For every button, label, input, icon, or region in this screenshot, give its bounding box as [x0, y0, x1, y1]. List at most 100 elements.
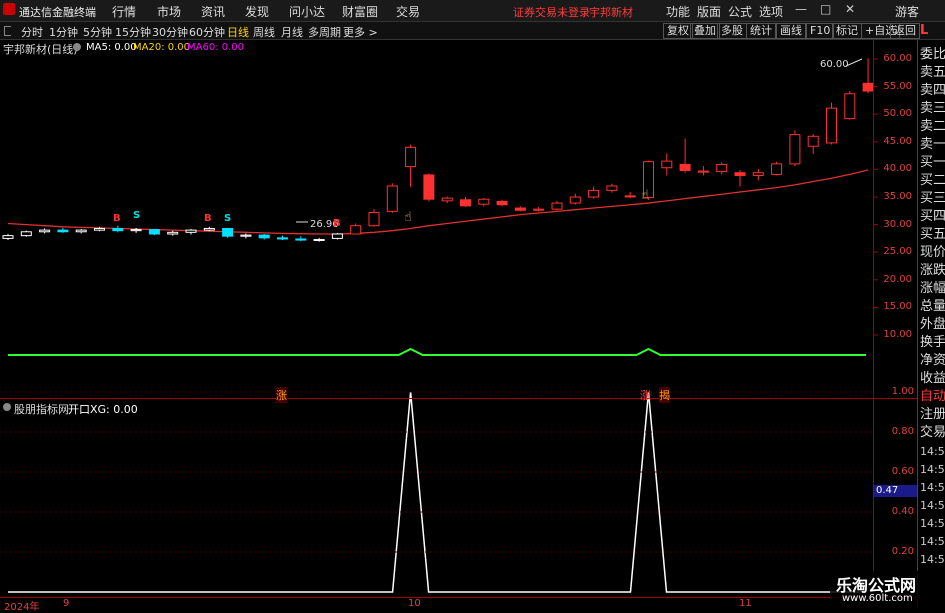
- period-1min[interactable]: 1分钟: [49, 24, 78, 40]
- period-daily[interactable]: 日线: [227, 24, 249, 40]
- sidebar-item: 换手: [920, 335, 945, 350]
- axis-divider: [873, 40, 874, 598]
- menu-wenxiaoda[interactable]: 问小达: [289, 3, 325, 20]
- candle-body: [405, 146, 417, 168]
- pane-divider[interactable]: [0, 398, 917, 399]
- sidebar-item-trade[interactable]: 交易: [920, 424, 945, 442]
- candle-body: [844, 93, 856, 120]
- signal-label: 揭: [659, 387, 670, 403]
- candle-body: [734, 172, 746, 176]
- xg-indicator-line: [8, 391, 866, 593]
- sidebar-item: 买二: [920, 173, 945, 188]
- price-y-tick: 20.00: [883, 273, 912, 285]
- price-y-tick: 40.00: [883, 163, 912, 175]
- sub-settings-icon[interactable]: [3, 403, 11, 411]
- sidebar-item: 买四: [920, 209, 945, 224]
- sidebar-item-register[interactable]: 注册: [920, 406, 945, 424]
- candle-body: [496, 200, 508, 206]
- duogu-button[interactable]: 多股: [717, 23, 747, 39]
- x-axis-month: 10: [408, 598, 421, 609]
- fuquan-button[interactable]: 复权: [663, 23, 693, 39]
- x-axis-year: 2024年: [4, 602, 40, 613]
- sidebar-time: 14:56: [920, 481, 945, 494]
- candle-body: [441, 197, 453, 202]
- period-30min[interactable]: 30分钟: [152, 24, 188, 40]
- buy-marker: B: [204, 213, 212, 224]
- menu-xuanxiang[interactable]: 选项: [759, 3, 783, 20]
- app-title: 通达信金融终端: [19, 6, 96, 19]
- menu-hangqing[interactable]: 行情: [112, 3, 136, 20]
- menu-faxian[interactable]: 发现: [245, 3, 269, 20]
- sidebar-time: 14:56: [920, 535, 945, 548]
- trade-login-status[interactable]: 证券交易未登录: [513, 4, 590, 20]
- diejia-button[interactable]: 叠加: [690, 23, 720, 39]
- period-5min[interactable]: 5分钟: [83, 24, 112, 40]
- candle-body: [826, 107, 837, 144]
- candle-body: [386, 185, 398, 212]
- sidebar-item: 涨跌: [920, 263, 945, 278]
- sidebar-item: 委比: [920, 47, 945, 62]
- candle-body: [569, 196, 581, 204]
- x-axis-month: 11: [739, 598, 752, 609]
- candle-body: [75, 229, 87, 233]
- tongji-button[interactable]: 统计: [746, 23, 776, 39]
- sub-y-tick: 0.80: [891, 426, 914, 437]
- candle-body: [185, 229, 197, 233]
- menu-shichang[interactable]: 市场: [157, 3, 181, 20]
- back-button[interactable]: 返回: [890, 23, 920, 39]
- sidebar-item-auto[interactable]: 自动: [920, 388, 945, 406]
- sidebar-item: 现价: [920, 245, 945, 260]
- collapse-icon[interactable]: [4, 26, 11, 36]
- menu-gongneng[interactable]: 功能: [666, 3, 690, 20]
- period-60min[interactable]: 60分钟: [189, 24, 225, 40]
- candle-body: [679, 163, 691, 172]
- price-chart[interactable]: [0, 40, 917, 600]
- sidebar-item: 卖一: [920, 137, 945, 152]
- sidebar-item: 卖五: [920, 65, 945, 80]
- guest-user[interactable]: 游客: [895, 3, 919, 20]
- candle-body: [313, 239, 325, 242]
- sidebar-item: 卖四: [920, 83, 945, 98]
- period-monthly[interactable]: 月线: [281, 24, 303, 40]
- sidebar-letter[interactable]: L: [920, 22, 928, 40]
- period-multi[interactable]: 多周期: [308, 24, 341, 40]
- biaoji-button[interactable]: 标记: [832, 23, 862, 39]
- sub-y-tick: 0.20: [891, 546, 914, 557]
- candle-body: [752, 172, 764, 176]
- period-weekly[interactable]: 周线: [253, 24, 275, 40]
- candle-body: [94, 227, 105, 231]
- period-fenshi[interactable]: 分时: [21, 24, 43, 40]
- sidebar-time: 14:56: [920, 463, 945, 476]
- hand-cursor-icon: ☝: [641, 188, 649, 203]
- maximize-button[interactable]: □: [820, 2, 831, 16]
- sidebar-item: 外盘: [920, 317, 945, 332]
- menu-gongshi[interactable]: 公式: [728, 3, 752, 20]
- period-more[interactable]: 更多 >: [343, 24, 378, 40]
- sidebar-time: 14:56: [920, 445, 945, 458]
- close-button[interactable]: ✕: [845, 2, 855, 16]
- candle-body: [514, 207, 526, 211]
- buy-marker: B: [113, 213, 121, 224]
- price-y-tick: 30.00: [883, 218, 912, 230]
- menu-caifuquan[interactable]: 财富圈: [342, 3, 378, 20]
- menu-jiaoyi[interactable]: 交易: [396, 3, 420, 20]
- huaxian-button[interactable]: 画线: [776, 23, 806, 39]
- minimize-button[interactable]: —: [795, 2, 807, 16]
- candle-body: [624, 195, 636, 198]
- candle-body: [112, 227, 124, 232]
- sidebar-time: 14:56: [920, 553, 945, 566]
- period-15min[interactable]: 15分钟: [115, 24, 151, 40]
- sidebar-item: 卖三: [920, 101, 945, 116]
- candle-body: [331, 233, 343, 239]
- f10-button[interactable]: F10: [806, 23, 835, 39]
- menu-zixun[interactable]: 资讯: [201, 3, 225, 20]
- sidebar-item: 收益: [920, 371, 945, 386]
- hand-cursor-icon: ☝: [404, 210, 412, 225]
- xg-value-label: 开口XG: 0.00: [68, 403, 138, 416]
- current-value-badge: 0.47: [874, 485, 918, 497]
- price-y-tick: 10.00: [883, 329, 912, 340]
- period-toolbar: 分时 1分钟 5分钟 15分钟 30分钟 60分钟 日线 周线 月线 多周期 更…: [0, 22, 945, 40]
- sub-y-tick: 0.40: [891, 506, 914, 517]
- candle-body: [423, 174, 435, 200]
- menu-banmian[interactable]: 版面: [697, 3, 721, 20]
